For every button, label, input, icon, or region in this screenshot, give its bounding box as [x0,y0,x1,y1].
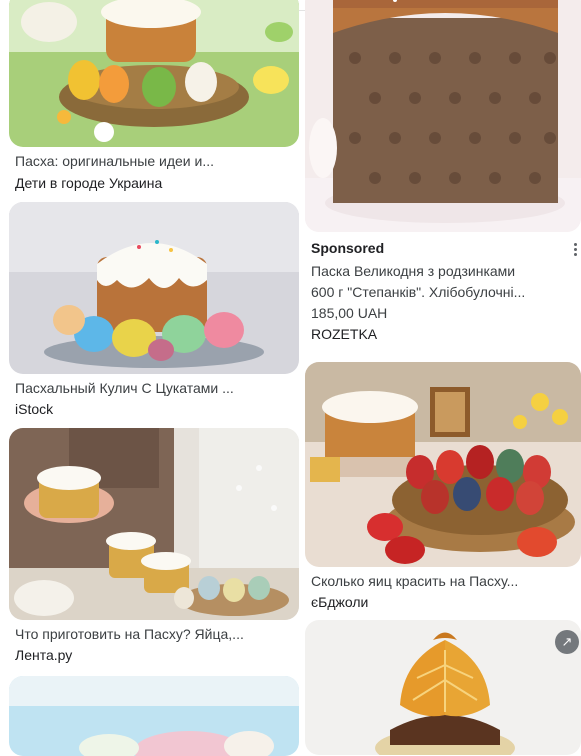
result-image-pysanky-basket[interactable] [305,362,581,567]
result-image-kulich-partial[interactable] [9,676,299,756]
result-title[interactable]: Что приготовить на Пасху? Яйца,... [15,626,293,642]
result-card[interactable] [9,676,299,756]
product-price: 185,00 UAH [311,305,388,321]
result-card[interactable]: Пасхальный Кулич С Цукатами ... iStock [9,202,299,420]
sponsored-result-card[interactable]: Sponsored Паска Великодня з родзинками 6… [305,236,581,356]
result-card[interactable]: ↗ [305,620,581,755]
result-image-woman-holding-kulich[interactable] [9,428,299,620]
result-source: єБджоли [311,594,369,610]
result-card[interactable]: Пасха: оригинальные идеи и... Дети в гор… [9,0,299,195]
result-image-orange-slice-cake[interactable] [305,620,581,755]
result-source: iStock [15,401,54,417]
more-vert-icon[interactable] [571,242,579,258]
result-image-kulich-with-eggs[interactable] [9,202,299,374]
result-title[interactable]: Пасхальный Кулич С Цукатами ... [15,380,293,396]
result-image-easter-basket[interactable] [9,0,299,147]
result-image-large-paska[interactable] [305,0,581,232]
result-source: Дети в городе Украина [15,175,163,191]
result-card[interactable]: Сколько яиц красить на Пасху... єБджоли [305,362,581,610]
store-name: ROZETKA [311,326,378,342]
product-title-line-1[interactable]: Паска Великодня з родзинками [311,263,575,279]
result-title[interactable]: Пасха: оригинальные идеи и... [15,153,293,169]
sponsored-label: Sponsored [311,240,385,256]
result-card[interactable]: Что приготовить на Пасху? Яйца,... Лента… [9,428,299,668]
result-source: Лента.ру [15,647,73,663]
open-external-icon[interactable]: ↗ [555,630,579,654]
result-title[interactable]: Сколько яиц красить на Пасху... [311,573,575,589]
result-card[interactable] [305,0,581,232]
product-title-line-2[interactable]: 600 г "Степанків". Хлібобулочні... [311,284,575,300]
